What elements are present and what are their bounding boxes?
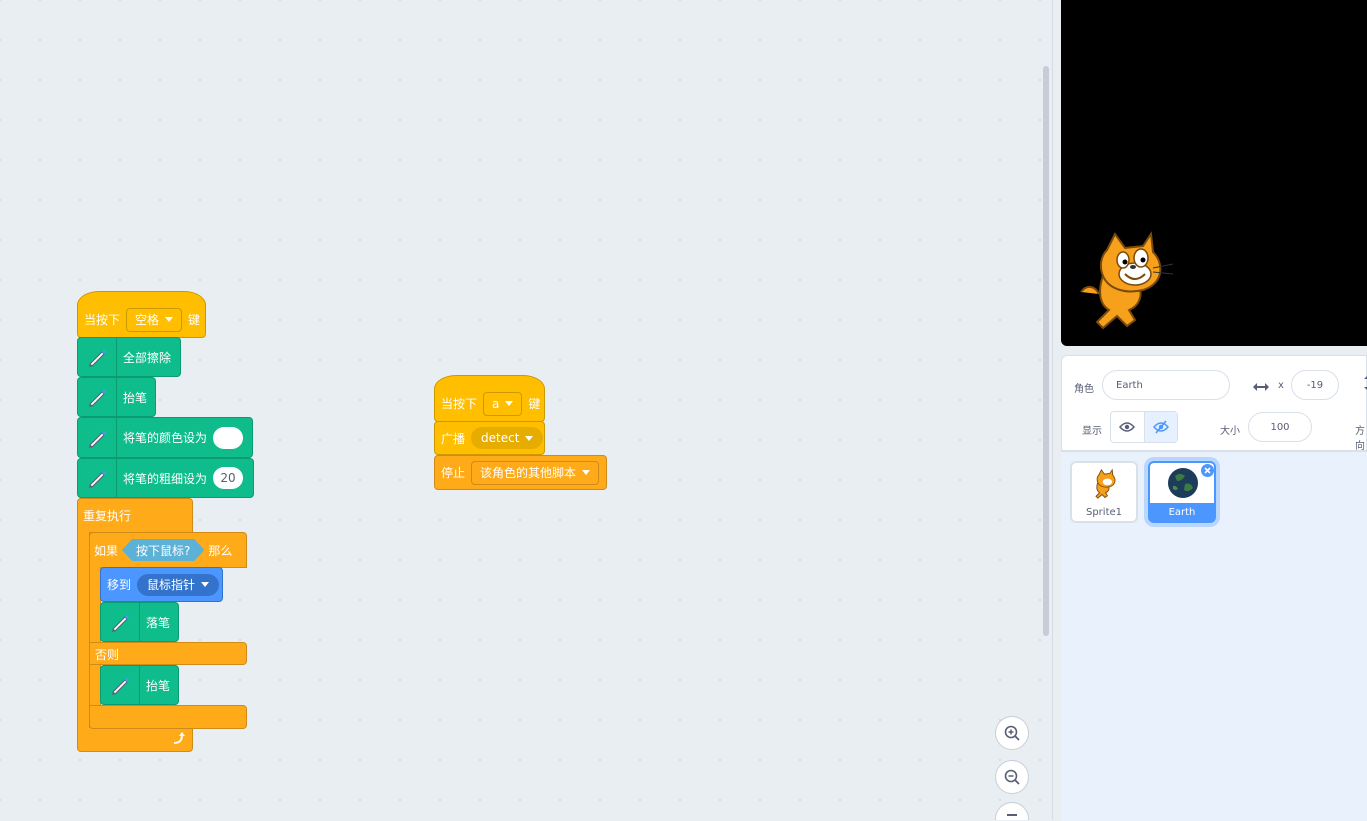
sprite-tile-label: Sprite1 bbox=[1085, 507, 1123, 518]
stop-block[interactable]: 停止 该角色的其他脚本 bbox=[434, 455, 607, 490]
show-label: 显示 bbox=[1082, 426, 1102, 437]
pen-icon bbox=[78, 338, 117, 376]
sprite-tile[interactable]: Sprite1 bbox=[1070, 461, 1138, 523]
broadcast-block[interactable]: 广播 detect bbox=[434, 421, 545, 455]
scratch-cat-icon[interactable] bbox=[1077, 230, 1177, 332]
scratch-cat-icon bbox=[1095, 468, 1116, 499]
x-label: x bbox=[1278, 380, 1284, 391]
key-value: a bbox=[492, 396, 500, 411]
set-pen-size-block[interactable]: 将笔的粗细设为 20 bbox=[77, 458, 254, 498]
pen-icon bbox=[101, 666, 140, 704]
if-bottom bbox=[89, 705, 247, 729]
eye-slash-icon bbox=[1152, 420, 1169, 434]
pen-icon bbox=[78, 418, 117, 457]
block-label: 落笔 bbox=[146, 615, 171, 630]
pen-icon bbox=[101, 603, 140, 641]
sprite-name-value: Earth bbox=[1116, 379, 1143, 391]
sprite-tile-label: Earth bbox=[1168, 507, 1196, 518]
pen-up-block[interactable]: 抬笔 bbox=[100, 665, 179, 705]
pen-icon bbox=[78, 459, 117, 497]
hide-sprite-button[interactable] bbox=[1144, 412, 1177, 442]
block-label: 键 bbox=[188, 313, 201, 327]
sprite-list: Sprite1 Earth bbox=[1061, 451, 1367, 821]
repeat-arrow-icon bbox=[171, 731, 187, 751]
sprite-name-input[interactable]: Earth bbox=[1102, 370, 1230, 400]
block-label: 将笔的颜色设为 bbox=[123, 431, 208, 445]
chevron-down-icon bbox=[582, 470, 591, 475]
chevron-down-icon bbox=[525, 435, 534, 441]
chevron-down-icon bbox=[165, 317, 174, 322]
message-value: detect bbox=[481, 431, 520, 445]
show-sprite-button[interactable] bbox=[1111, 412, 1145, 442]
x-input[interactable]: -19 bbox=[1291, 370, 1339, 400]
block-label: 抬笔 bbox=[123, 390, 148, 405]
pen-size-input[interactable]: 20 bbox=[213, 467, 244, 489]
target-value: 鼠标指针 bbox=[147, 578, 196, 592]
arrows-horizontal-icon bbox=[1252, 378, 1270, 397]
zoom-out-button[interactable] bbox=[995, 760, 1029, 794]
delete-icon bbox=[1204, 467, 1211, 474]
pen-up-block[interactable]: 抬笔 bbox=[77, 377, 156, 417]
zoom-out-icon bbox=[1004, 769, 1020, 785]
when-key-pressed-block[interactable]: 当按下 空格 键 bbox=[77, 291, 206, 338]
arrows-vertical-icon bbox=[1362, 374, 1367, 392]
size-label: 大小 bbox=[1220, 426, 1240, 437]
block-label: 将笔的粗细设为 bbox=[123, 471, 208, 486]
key-dropdown[interactable]: 空格 bbox=[126, 307, 183, 332]
eye-icon bbox=[1119, 422, 1136, 432]
size-input[interactable]: 100 bbox=[1248, 412, 1312, 442]
workspace-scrollbar[interactable] bbox=[1043, 66, 1049, 636]
stop-option-dropdown[interactable]: 该角色的其他脚本 bbox=[471, 460, 600, 485]
stop-value: 该角色的其他脚本 bbox=[480, 466, 577, 480]
sprite-tile-selected[interactable]: Earth bbox=[1148, 461, 1216, 523]
size-value: 100 bbox=[1270, 421, 1290, 433]
key-value: 空格 bbox=[135, 313, 160, 327]
else-label: 否则 bbox=[95, 648, 120, 662]
key-dropdown[interactable]: a bbox=[483, 391, 523, 416]
mouse-down-condition[interactable]: 按下鼠标? bbox=[122, 539, 204, 561]
pen-clear-block[interactable]: 全部擦除 bbox=[77, 337, 181, 377]
zoom-in-button[interactable] bbox=[995, 716, 1029, 750]
then-label: 那么 bbox=[208, 543, 233, 558]
zoom-in-icon bbox=[1004, 725, 1020, 741]
forever-label: 重复执行 bbox=[83, 509, 132, 523]
pane-divider bbox=[1052, 0, 1061, 820]
earth-icon bbox=[1168, 468, 1198, 498]
delete-sprite-button[interactable] bbox=[1201, 464, 1214, 477]
zoom-reset-icon bbox=[1007, 814, 1017, 816]
pen-icon bbox=[78, 378, 117, 416]
stage[interactable] bbox=[1061, 0, 1367, 346]
broadcast-message-dropdown[interactable]: detect bbox=[471, 427, 544, 449]
if-label: 如果 bbox=[94, 543, 119, 558]
pen-down-block[interactable]: 落笔 bbox=[100, 602, 179, 642]
when-key-pressed-block[interactable]: 当按下 a 键 bbox=[434, 375, 545, 422]
block-label: 当按下 bbox=[441, 397, 478, 411]
block-label: 全部擦除 bbox=[123, 350, 172, 365]
direction-label: 方向 bbox=[1355, 426, 1365, 452]
block-label: 广播 bbox=[441, 431, 466, 446]
if-row: 如果 按下鼠标? 那么 bbox=[94, 532, 232, 568]
block-label: 当按下 bbox=[84, 313, 121, 327]
chevron-down-icon bbox=[201, 582, 210, 587]
block-label: 停止 bbox=[441, 466, 466, 480]
show-toggle-group bbox=[1110, 411, 1178, 443]
block-label: 移到 bbox=[107, 578, 132, 592]
block-label: 抬笔 bbox=[146, 678, 171, 693]
sprite-info-panel: 角色 Earth x -19 显示 大小 100 方向 bbox=[1061, 355, 1367, 452]
x-value: -19 bbox=[1306, 379, 1324, 391]
sprite-name-label: 角色 bbox=[1074, 384, 1094, 395]
set-pen-color-block[interactable]: 将笔的颜色设为 bbox=[77, 417, 253, 458]
go-to-block[interactable]: 移到 鼠标指针 bbox=[100, 567, 223, 602]
block-label: 键 bbox=[528, 397, 541, 411]
chevron-down-icon bbox=[505, 401, 514, 406]
go-to-target-dropdown[interactable]: 鼠标指针 bbox=[137, 573, 220, 596]
color-picker-input[interactable] bbox=[213, 426, 244, 449]
